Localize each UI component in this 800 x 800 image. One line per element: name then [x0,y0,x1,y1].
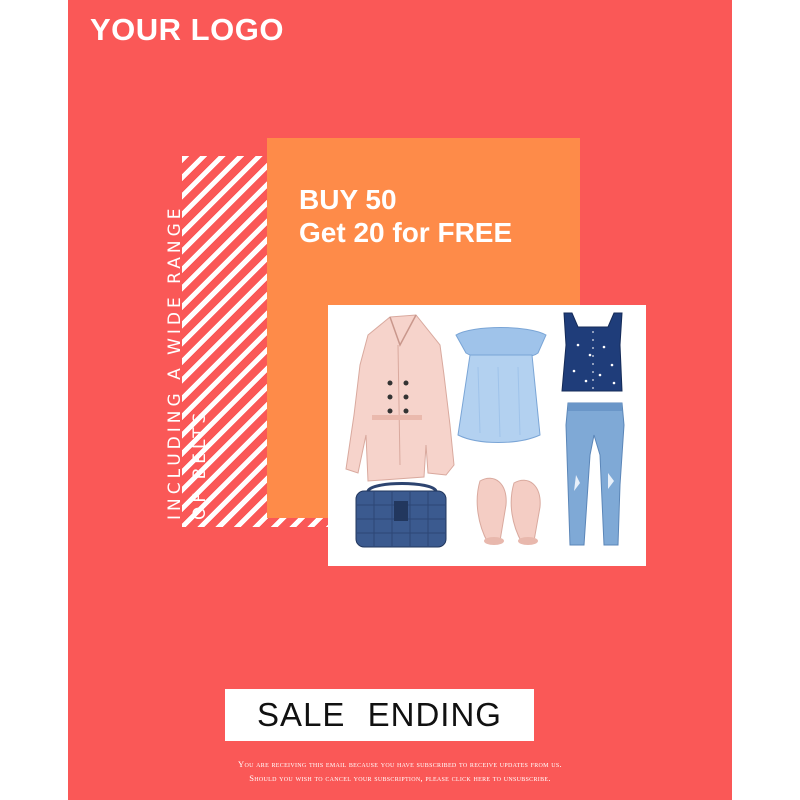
offer-line-1: BUY 50 [299,184,397,215]
skinny-jeans-image [565,402,625,546]
offer-line-2: Get 20 for FREE [299,217,513,248]
brand-logo[interactable]: YOUR LOGO [90,12,284,48]
polka-dot-crop-top-image [561,312,623,392]
side-tagline: INCLUDING A WIDE RANGE OF BELTS [163,140,213,520]
pink-sandals-image [476,477,541,545]
quilted-handbag-image [355,482,447,548]
off-shoulder-dress-image [455,327,547,443]
footer-line-1: You are receiving this email because you… [238,759,562,769]
offer-headline: BUY 50 Get 20 for FREE [299,183,512,249]
side-tagline-line-1: INCLUDING A WIDE RANGE [165,204,185,520]
footer-unsubscribe-link[interactable]: Should you wish to cancel your subscript… [68,771,732,785]
sale-ending-label: SALE ENDING [257,696,502,733]
product-photo [328,305,646,566]
trench-coat-image [345,314,455,482]
sale-ending-button[interactable]: SALE ENDING [225,689,534,741]
side-tagline-line-2: OF BELTS [190,408,210,520]
footer-disclaimer: You are receiving this email because you… [68,757,732,785]
email-banner: YOUR LOGO BUY 50 Get 20 for FREE INCLUDI… [68,0,732,800]
